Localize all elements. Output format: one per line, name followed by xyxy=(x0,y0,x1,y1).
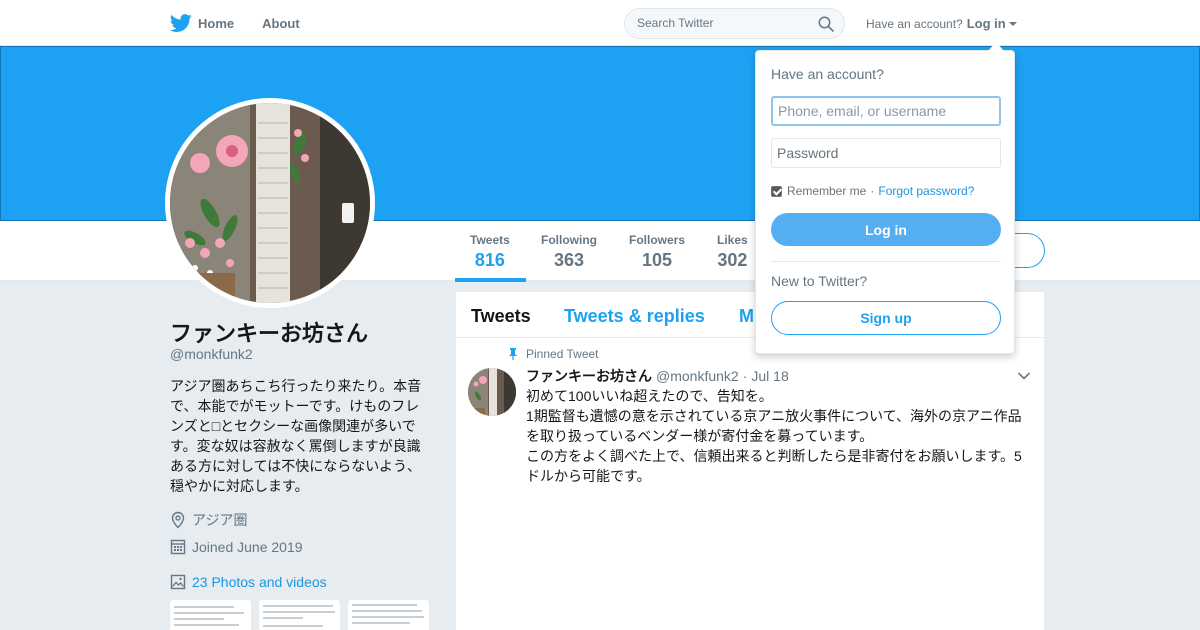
tweet-date[interactable]: Jul 18 xyxy=(751,368,788,384)
pinned-text: Pinned Tweet xyxy=(526,347,599,361)
login-link-label: Log in xyxy=(966,16,1006,31)
tweet-header: ファンキーお坊さん @monkfunk2 · Jul 18 xyxy=(526,366,789,386)
remember-me-label[interactable]: Remember me xyxy=(787,184,866,198)
stat-label: Likes xyxy=(717,233,748,247)
tweet-author-name[interactable]: ファンキーお坊さん xyxy=(526,366,652,386)
stat-followers[interactable]: Followers 105 xyxy=(629,233,685,271)
remember-separator: · xyxy=(870,184,875,198)
search-box[interactable] xyxy=(624,8,845,39)
search-icon[interactable] xyxy=(818,16,834,32)
chevron-down-icon[interactable] xyxy=(1018,372,1030,380)
nav-links: Home About xyxy=(170,0,328,46)
tweet-line: 1期監督も遺憾の意を示されている京アニ放火事件について、海外の京アニ作品を取り扱… xyxy=(526,408,1022,444)
forgot-password-link[interactable]: Forgot password? xyxy=(878,184,974,198)
active-tab-indicator xyxy=(455,278,526,282)
location-text: アジア圏 xyxy=(192,512,248,528)
search-input[interactable] xyxy=(637,16,807,30)
remember-me-row: Remember me · Forgot password? xyxy=(771,184,974,198)
stat-label: Following xyxy=(541,233,597,247)
stat-value: 105 xyxy=(641,250,673,270)
tab-tweets[interactable]: Tweets xyxy=(471,306,531,327)
nav-about-link[interactable]: About xyxy=(262,16,300,31)
media-thumbnail[interactable] xyxy=(348,600,429,630)
login-dropdown: Have an account? Remember me · Forgot pa… xyxy=(755,42,1015,354)
tweet-separator: · xyxy=(742,368,748,384)
dropdown-divider xyxy=(771,261,1001,262)
tab-media[interactable]: M xyxy=(739,306,754,327)
stat-value: 363 xyxy=(553,250,585,270)
account-prompt: Have an account? Log in xyxy=(866,16,1017,31)
stat-value: 816 xyxy=(474,250,505,270)
remember-me-checkbox[interactable] xyxy=(771,185,782,197)
tweet-line: この方をよく調べた上で、信頼出来ると判断したら是非寄付をお願いします。5ドルから… xyxy=(526,448,1022,484)
stat-label: Tweets xyxy=(470,233,510,247)
dropdown-title: Have an account? xyxy=(771,66,884,82)
profile-joined: Joined June 2019 xyxy=(170,538,303,556)
username-field[interactable] xyxy=(771,96,1001,126)
avatar-photo xyxy=(170,103,370,303)
pinned-tweet-label: Pinned Tweet xyxy=(508,347,599,361)
stat-likes[interactable]: Likes 302 xyxy=(717,233,748,271)
pin-icon xyxy=(509,348,517,360)
tweet-author-handle[interactable]: @monkfunk2 xyxy=(656,368,739,384)
joined-text: Joined June 2019 xyxy=(192,539,303,555)
tweet-line: 初めて100いいね超えたので、告知を。 xyxy=(526,388,773,404)
top-navigation: Home About Have an account? Log in xyxy=(0,0,1200,46)
media-thumbnails xyxy=(170,600,429,630)
calendar-icon xyxy=(170,539,186,555)
location-pin-icon xyxy=(171,511,185,529)
login-button[interactable]: Log in xyxy=(771,213,1001,246)
have-account-text: Have an account? xyxy=(866,16,963,31)
login-menu-toggle[interactable]: Log in xyxy=(967,16,1017,31)
profile-location: アジア圏 xyxy=(170,510,247,530)
profile-bio: アジア圏あちこち行ったり来たり。本音で、本能でがモットーです。けものフレンズと□… xyxy=(170,378,422,494)
caret-down-icon xyxy=(1008,21,1017,26)
stat-label: Followers xyxy=(629,233,686,247)
stat-value: 302 xyxy=(717,250,748,270)
profile-name[interactable]: ファンキーお坊さん xyxy=(170,316,368,348)
nav-home-link[interactable]: Home xyxy=(198,16,234,31)
tab-tweets-replies[interactable]: Tweets & replies xyxy=(564,306,705,327)
tweet-avatar[interactable] xyxy=(468,368,516,416)
media-thumbnail[interactable] xyxy=(170,600,251,630)
photos-videos-link[interactable]: 23 Photos and videos xyxy=(170,574,327,590)
media-thumbnail[interactable] xyxy=(259,600,340,630)
profile-handle[interactable]: @monkfunk2 xyxy=(170,346,253,362)
signup-button[interactable]: Sign up xyxy=(771,301,1001,335)
twitter-bird-icon[interactable] xyxy=(170,12,192,34)
photo-icon xyxy=(170,574,186,590)
new-to-twitter-text: New to Twitter? xyxy=(771,273,868,289)
stat-following[interactable]: Following 363 xyxy=(541,233,597,271)
tweet-text: 初めて100いいね超えたので、告知を。 1期監督も遺憾の意を示されている京アニ放… xyxy=(526,386,1031,486)
photos-link-text: 23 Photos and videos xyxy=(192,574,327,590)
profile-avatar[interactable] xyxy=(165,98,375,308)
password-field[interactable] xyxy=(771,138,1001,168)
stat-tweets[interactable]: Tweets 816 xyxy=(470,233,510,271)
